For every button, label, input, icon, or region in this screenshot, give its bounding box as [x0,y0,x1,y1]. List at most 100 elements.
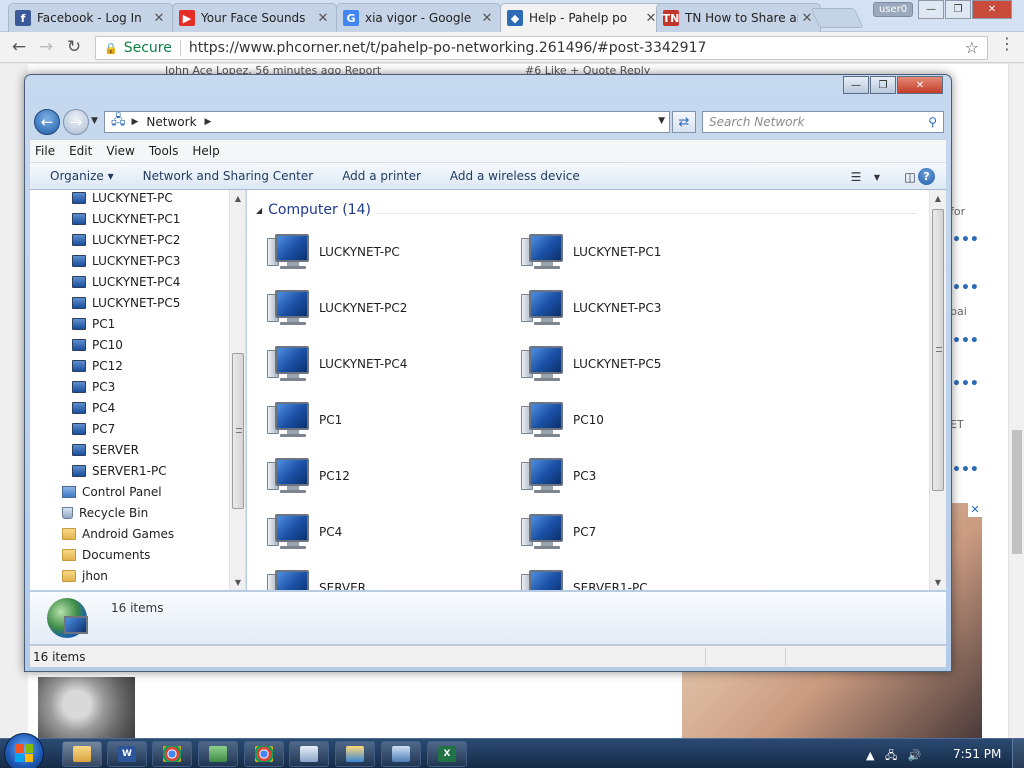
nav-item[interactable]: Android Games [62,523,174,544]
nav-item[interactable]: LUCKYNET-PC5 [72,292,180,313]
show-desktop-button[interactable] [1012,739,1024,768]
nav-item[interactable]: SERVER [72,439,139,460]
browser-tab[interactable]: f Facebook - Log In ✕ [8,3,173,32]
window-minimize-button[interactable]: — [843,76,869,94]
close-button[interactable]: ✕ [972,0,1012,19]
change-view-icon[interactable]: ☰ [848,167,864,187]
nav-item[interactable]: LUCKYNET-PC [72,190,173,208]
computer-item[interactable]: SERVER [267,566,507,590]
computer-item[interactable]: PC4 [267,510,507,554]
nav-item[interactable]: SERVER1-PC [72,460,167,481]
computer-item[interactable]: PC1 [267,398,507,442]
new-tab-button[interactable] [810,8,864,28]
breadcrumb-chevron-icon[interactable]: ▶ [132,117,139,127]
profile-badge[interactable]: user0 [873,2,914,17]
nav-item[interactable]: Control Panel [62,481,162,502]
network-sharing-center-button[interactable]: Network and Sharing Center [143,169,314,183]
tab-close-icon[interactable]: ✕ [480,11,494,26]
recent-pages-chevron-icon[interactable]: ▼ [91,116,98,126]
explorer-address-bar[interactable]: 🖧 ▶ Network ▶ ▼ [104,111,670,133]
computer-item[interactable]: LUCKYNET-PC3 [521,286,761,330]
scroll-up-arrow-icon[interactable]: ▲ [930,190,946,206]
taskbar-app-button[interactable] [244,741,284,767]
taskbar-app-button[interactable]: X [427,741,467,767]
taskbar-app-button[interactable] [62,741,102,767]
add-printer-button[interactable]: Add a printer [342,169,421,183]
tab-close-icon[interactable]: ✕ [152,11,166,26]
content-scroll-thumb[interactable] [932,209,944,491]
menu-view[interactable]: View [106,144,134,158]
tab-close-icon[interactable]: ✕ [316,11,330,26]
computer-item[interactable]: PC12 [267,454,507,498]
browser-tab[interactable]: Gxia vigor - Google ✕ [336,3,501,32]
scroll-down-arrow-icon[interactable]: ▼ [930,574,946,590]
computer-item[interactable]: PC7 [521,510,761,554]
taskbar-app-button[interactable] [289,741,329,767]
menu-edit[interactable]: Edit [69,144,92,158]
forward-arrow-icon[interactable]: → [63,109,89,135]
browser-tab[interactable]: ◆ Help - Pahelp po ✕ [500,3,665,32]
browser-tab[interactable]: ▶ Your Face Sounds ✕ [172,3,337,32]
nav-item[interactable]: Documents [62,544,150,565]
scroll-up-arrow-icon[interactable]: ▲ [230,190,245,206]
more-dots-icon[interactable]: ••• [952,280,979,296]
content-scrollbar[interactable]: ▲ ▼ [929,190,946,590]
menu-help[interactable]: Help [192,144,219,158]
taskbar-app-button[interactable]: W [107,741,147,767]
nav-item[interactable]: LUCKYNET-PC2 [72,229,180,250]
maximize-button[interactable]: ❐ [945,0,971,19]
nav-item[interactable]: jhon [62,565,108,586]
system-tray[interactable]: ▲ 🖧 🔊 [866,747,921,766]
clock[interactable]: 7:51 PM [953,747,1001,761]
add-wireless-device-button[interactable]: Add a wireless device [450,169,580,183]
computer-item[interactable]: PC10 [521,398,761,442]
nav-scroll-thumb[interactable] [232,353,244,509]
nav-item[interactable]: LUCKYNET-PC4 [72,271,180,292]
address-dropdown-icon[interactable]: ▼ [658,116,665,126]
nav-item[interactable]: PC10 [72,334,123,355]
computer-item[interactable]: LUCKYNET-PC5 [521,342,761,386]
more-dots-icon[interactable]: ••• [952,462,979,478]
nav-item[interactable]: PC4 [72,397,115,418]
browser-tab[interactable]: TNTN How to Share and✕ [656,3,821,32]
start-button[interactable] [4,733,44,768]
window-maximize-button[interactable]: ❐ [870,76,896,94]
taskbar-app-button[interactable] [335,741,375,767]
page-scrollbar[interactable] [1008,64,1024,738]
menu-tools[interactable]: Tools [149,144,179,158]
breadcrumb-network[interactable]: Network [146,115,196,129]
nav-item[interactable]: PC12 [72,355,123,376]
taskbar-app-button[interactable] [381,741,421,767]
nav-item[interactable]: LUCKYNET-PC3 [72,250,180,271]
nav-item[interactable]: LUCKYNET-PC1 [72,208,180,229]
forward-arrow-icon[interactable]: → [35,36,57,58]
collapse-triangle-icon[interactable]: ◢ [256,206,262,215]
scroll-down-arrow-icon[interactable]: ▼ [230,574,245,590]
taskbar-app-button[interactable] [198,741,238,767]
window-close-button[interactable]: ✕ [897,76,943,94]
computer-item[interactable]: LUCKYNET-PC2 [267,286,507,330]
group-header-computer[interactable]: ◢ Computer (14) [256,202,371,218]
more-dots-icon[interactable]: ••• [952,333,979,349]
breadcrumb-chevron-icon[interactable]: ▶ [205,117,212,127]
minimize-button[interactable]: — [918,0,944,19]
nav-item[interactable]: PC3 [72,376,115,397]
computer-item[interactable]: LUCKYNET-PC [267,230,507,274]
nav-item[interactable]: PC1 [72,313,115,334]
url-text[interactable]: https://www.phcorner.net/t/pahelp-po-net… [189,40,707,56]
computer-item[interactable]: PC3 [521,454,761,498]
computer-item[interactable]: SERVER1-PC [521,566,761,590]
search-network-input[interactable]: Search Network ⚲ [702,111,944,133]
help-icon[interactable]: ? [918,168,935,185]
nav-pane-scrollbar[interactable]: ▲ ▼ [229,190,245,590]
search-icon[interactable]: ⚲ [928,115,937,129]
reload-icon[interactable]: ↻ [63,36,85,58]
address-bar[interactable]: 🔒 Secure https://www.phcorner.net/t/pahe… [95,36,988,60]
organize-button[interactable]: Organize ▾ [50,169,114,183]
chrome-menu-icon[interactable]: ⋮ [999,36,1015,52]
menu-file[interactable]: File [35,144,55,158]
computer-item[interactable]: LUCKYNET-PC1 [521,230,761,274]
page-scroll-thumb[interactable] [1012,430,1022,554]
view-options-chevron-icon[interactable]: ▼ [872,167,882,187]
refresh-icon[interactable]: ⇄ [672,111,696,133]
